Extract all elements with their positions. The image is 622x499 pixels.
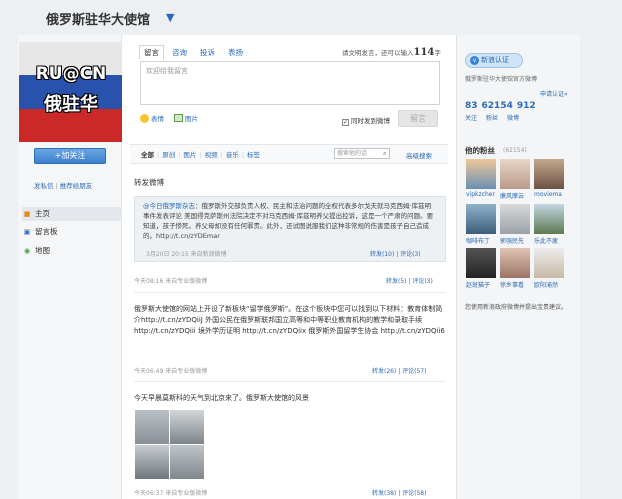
filter-images[interactable]: 图片 — [183, 151, 196, 159]
fan-avatar[interactable] — [534, 248, 564, 278]
filter-music[interactable]: 音乐 — [226, 151, 239, 159]
post-photo[interactable] — [170, 445, 204, 479]
checkbox-checked-icon: ✓ — [342, 119, 349, 126]
filter-all[interactable]: 全部 — [141, 151, 154, 159]
retweet-actions[interactable]: 转发(10) | 评论(3) — [370, 249, 421, 258]
sidebar-links: 发私信 | 推荐给朋友 — [34, 182, 93, 190]
composer-tools: 表情 图片 — [140, 113, 198, 123]
post-meta: 今天06:37 来自专业版微博 — [134, 490, 208, 497]
retweet-author[interactable]: @今日俄罗斯杂志 — [143, 202, 195, 210]
fan-name[interactable]: moviema — [534, 191, 568, 198]
fan-name[interactable]: 乐此不疲 — [534, 236, 568, 245]
private-message-link[interactable]: 发私信 — [34, 182, 54, 190]
notice-text: 您使用新浪政府微博并提出宝贵建议。 — [465, 304, 568, 311]
fan-name[interactable]: 咖啡布丁 — [466, 236, 500, 245]
fan-name[interactable]: 赵斑猫子 — [466, 280, 500, 289]
fan-avatar[interactable] — [500, 204, 530, 234]
fan-name[interactable]: 廉风摩云 — [500, 191, 534, 200]
post-meta: 今天06:49 来自专业版微博 — [134, 368, 208, 375]
fan-name[interactable]: 欧阳渝然 — [534, 280, 568, 289]
divider — [134, 292, 446, 293]
home-icon: ■ — [23, 210, 31, 218]
stat-labels: 关注 粉丝 微博 — [465, 115, 520, 122]
advanced-search-link[interactable]: 高级搜索 — [406, 150, 432, 160]
tab-praise[interactable]: 表扬 — [223, 45, 248, 60]
post-meta: 今天08:16 来自专业版微博 — [134, 278, 208, 285]
follow-button[interactable]: +加关注 — [34, 148, 106, 164]
map-icon: ◉ — [23, 247, 31, 255]
feed-search-input[interactable]: 搜索他的话 — [334, 148, 390, 159]
avatar-text-bottom: 俄驻华 — [44, 94, 98, 115]
post-actions[interactable]: 转发(26) | 评论(57) — [372, 366, 426, 375]
post-text: 俄罗斯大使馆的网站上开设了新板块“留学俄罗斯”。在这个板块中您可以找到以下材料：… — [134, 305, 445, 335]
filter-video[interactable]: 视频 — [205, 151, 218, 159]
verified-icon: v — [470, 56, 479, 65]
fan-name[interactable]: 郭强民先 — [500, 236, 534, 245]
filter-original[interactable]: 原创 — [162, 151, 175, 159]
page-title: 俄罗斯驻华大使馆 — [46, 13, 151, 28]
retweet-meta: 3月20日 20:15 来自新浪微博 — [146, 251, 227, 258]
fan-name[interactable]: 徐乡事看 — [500, 280, 534, 289]
follows-count[interactable]: 83 — [465, 101, 478, 111]
message-input[interactable]: 欢迎给我留言 — [140, 61, 440, 105]
fans-title: 他的粉丝 — [465, 146, 495, 155]
profile-stats: 83 62154 912 — [465, 101, 540, 111]
send-button[interactable]: 留言 — [398, 110, 438, 127]
fan-name[interactable]: vipkzcher — [466, 191, 500, 198]
char-counter: 请文明发言，还可以输入114字 — [342, 47, 441, 58]
message-board-icon: ▣ — [23, 228, 31, 236]
fans-total: (62154) — [503, 147, 527, 154]
divider — [134, 381, 446, 382]
composer-tabs: 留言 咨询 投诉 表扬 — [139, 45, 251, 60]
search-icon[interactable]: ⌕ — [383, 150, 386, 158]
fan-avatar[interactable] — [466, 159, 496, 189]
recommend-link[interactable]: 推荐给朋友 — [60, 182, 93, 190]
fan-avatar[interactable] — [500, 248, 530, 278]
post-text: 今天早晨莫斯科的天气到北京来了。俄罗斯大使馆的风景 — [134, 394, 309, 402]
post-actions[interactable]: 转发(5) | 评论(3) — [386, 276, 433, 285]
image-icon[interactable] — [174, 114, 183, 122]
avatar-text-top: RU@CN — [35, 64, 107, 84]
fan-avatar[interactable] — [466, 204, 496, 234]
post-actions[interactable]: 转发(38) | 评论(58) — [372, 488, 426, 497]
fan-avatar[interactable] — [500, 159, 530, 189]
filter-tags[interactable]: 标签 — [247, 151, 260, 159]
avatar[interactable]: RU@CN 俄驻华 — [19, 42, 122, 142]
tab-complaint[interactable]: 投诉 — [195, 45, 220, 60]
verified-badge[interactable]: v 新浪认证 — [465, 53, 523, 68]
emoticon-button[interactable]: 表情 — [151, 115, 164, 123]
chevron-down-icon[interactable]: ▼ — [166, 11, 174, 24]
weibo-count[interactable]: 912 — [517, 101, 536, 111]
emoticon-icon[interactable] — [140, 114, 149, 123]
fan-avatar[interactable] — [466, 248, 496, 278]
sidebar-item-home[interactable]: ■ 主页 — [22, 207, 122, 221]
image-button[interactable]: 图片 — [185, 115, 198, 123]
post-photo[interactable] — [135, 410, 169, 444]
fan-avatar[interactable] — [534, 159, 564, 189]
sidebar-item-message-board[interactable]: ▣ 留言板 — [22, 225, 122, 239]
filter-links: 全部 | 原创 | 图片 | 视频 | 音乐 | 标签 — [141, 151, 261, 159]
tab-consult[interactable]: 咨询 — [167, 45, 192, 60]
sidebar-item-map[interactable]: ◉ 地图 — [22, 244, 122, 258]
post-photo[interactable] — [170, 410, 204, 444]
fans-count[interactable]: 62154 — [482, 101, 513, 111]
official-label: 俄罗斯驻华大使馆官方微博 — [465, 76, 538, 83]
fan-avatar[interactable] — [534, 204, 564, 234]
sync-weibo-checkbox[interactable]: ✓ 同时发到微博 — [342, 115, 390, 126]
tab-message[interactable]: 留言 — [139, 45, 164, 60]
feed-section-title: 转发微博 — [134, 178, 164, 187]
apply-verification-link[interactable]: 申请认证» — [540, 89, 568, 98]
post-photo[interactable] — [135, 445, 169, 479]
